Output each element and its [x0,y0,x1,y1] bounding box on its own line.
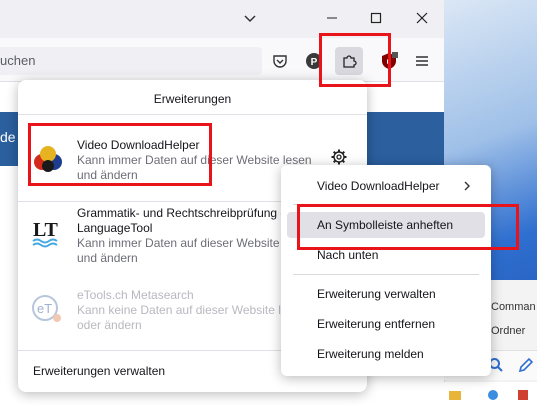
etools-icon: eT [32,295,61,322]
menu-item-label: Erweiterung verwalten [317,287,436,301]
application-menu-button[interactable] [408,47,436,75]
svg-text:LT: LT [33,219,59,241]
menu-item-video-downloadhelper[interactable]: Video DownloadHelper [287,173,485,199]
folder-icon [449,391,461,400]
address-bar[interactable] [0,47,262,75]
menu-item-manage-extension[interactable]: Erweiterung verwalten [287,281,485,307]
menu-item-label: Nach unten [317,248,379,262]
background-text-line: Comman [491,301,536,313]
extension-name: Grammatik- und Rechtschreibprüfung - [77,206,285,220]
menu-item-label: Erweiterung melden [317,347,424,361]
highlight-box-extensions-button [319,33,391,87]
background-taskbar [444,382,537,405]
maximize-icon [370,12,382,24]
svg-text:eT: eT [37,301,52,316]
panel-title: Erweiterungen [153,92,232,106]
address-bar-text[interactable]: uchen [0,53,35,68]
app-icon [488,390,498,400]
hamburger-menu-icon [416,56,428,66]
menu-item-remove-extension[interactable]: Erweiterung entfernen [287,311,485,337]
menu-separator [293,274,479,275]
app-icon [518,390,528,400]
pencil-icon [518,357,534,373]
extension-context-menu: Video DownloadHelper An Symbolleiste anh… [281,165,491,376]
extension-description: Kann keine Daten auf dieser Website le [77,303,288,317]
close-button[interactable] [408,6,436,30]
extension-name: LanguageTool [77,221,153,235]
chevron-right-icon [464,181,470,191]
page-partial-text: de [0,129,16,145]
extension-description: Kann immer Daten auf dieser Website le [77,236,293,250]
gear-icon[interactable] [331,149,347,165]
manage-extensions-link[interactable]: Erweiterungen verwalten [33,364,165,378]
highlight-box-pin-menu-item [297,204,519,250]
background-text-line: Ordner [491,325,526,337]
extension-description: und ändern [77,251,138,265]
highlight-box-extension-item [28,123,212,186]
menu-item-label: Erweiterung entfernen [317,317,436,331]
minimize-button[interactable] [318,6,346,30]
maximize-button[interactable] [362,6,390,30]
extension-name: eTools.ch Metasearch [77,288,194,302]
list-all-tabs-button[interactable] [236,6,264,30]
close-icon [416,12,428,24]
divider [18,114,367,115]
pocket-icon [273,55,287,68]
languagetool-icon: LT [32,219,59,248]
menu-item-report-extension[interactable]: Erweiterung melden [287,341,485,367]
extension-description: oder ändern [77,318,142,332]
menu-item-label: Video DownloadHelper [317,179,440,193]
svg-text:P: P [311,57,318,68]
pocket-button[interactable] [266,47,294,75]
chevron-down-icon [244,15,256,23]
minimize-icon [327,17,337,19]
